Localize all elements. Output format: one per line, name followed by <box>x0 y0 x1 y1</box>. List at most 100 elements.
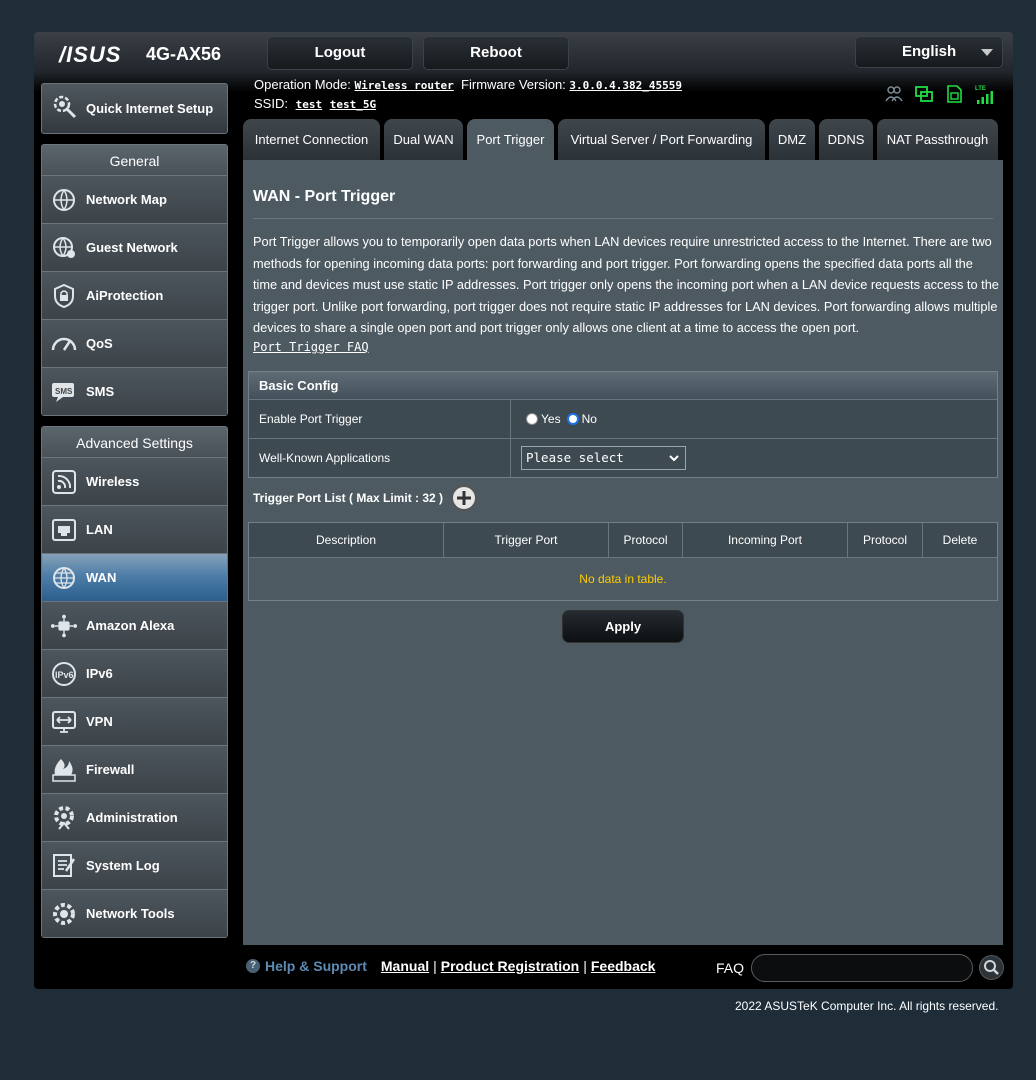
apply-button[interactable]: Apply <box>562 610 684 643</box>
copyright: 2022 ASUSTeK Computer Inc. All rights re… <box>735 999 999 1013</box>
yes-label: Yes <box>541 412 561 426</box>
sidebar-item-system-log[interactable]: System Log <box>42 841 227 889</box>
sidebar-item-label: Wireless <box>86 474 140 489</box>
chevron-down-icon <box>668 449 680 471</box>
svg-text:SMS: SMS <box>55 387 73 396</box>
tab-dual-wan[interactable]: Dual WAN <box>384 119 463 160</box>
sidebar-item-lan[interactable]: LAN <box>42 505 227 553</box>
ssid-link-2[interactable]: test_5G <box>330 98 376 111</box>
firewall-icon <box>50 756 78 784</box>
sidebar-item-label: WAN <box>86 570 117 585</box>
firmware-link[interactable]: 3.0.0.4.382_45559 <box>569 79 682 92</box>
tab-port-trigger[interactable]: Port Trigger <box>467 119 554 160</box>
tab-internet-connection[interactable]: Internet Connection <box>243 119 380 160</box>
well-known-apps-row: Well-Known Applications Please select <box>249 438 997 477</box>
col-description: Description <box>249 523 444 557</box>
advanced-title: Advanced Settings <box>42 427 227 457</box>
sidebar-item-wireless[interactable]: Wireless <box>42 457 227 505</box>
status-icons: LTE <box>884 84 994 104</box>
advanced-section: Advanced Settings Wireless LAN WAN Amazon A… <box>41 426 228 938</box>
network-map-icon <box>50 186 78 214</box>
add-trigger-button[interactable] <box>451 485 477 511</box>
quick-internet-setup-label: Quick Internet Setup <box>86 101 214 116</box>
ssid-label: SSID: <box>254 96 288 111</box>
vpn-icon <box>50 708 78 736</box>
sidebar-item-aiprotection[interactable]: AiProtection <box>42 271 227 319</box>
port-trigger-faq-link[interactable]: Port Trigger FAQ <box>253 340 369 354</box>
sidebar-item-label: IPv6 <box>86 666 113 681</box>
quick-setup-icon <box>50 92 78 125</box>
feedback-link[interactable]: Feedback <box>591 958 656 974</box>
quick-internet-setup-button[interactable]: Quick Internet Setup <box>41 83 228 134</box>
network-icon[interactable] <box>914 84 934 104</box>
search-button[interactable] <box>979 955 1004 980</box>
sidebar-item-administration[interactable]: Administration <box>42 793 227 841</box>
tab-nat-passthrough[interactable]: NAT Passthrough <box>877 119 998 160</box>
sidebar-item-firewall[interactable]: Firewall <box>42 745 227 793</box>
enable-port-trigger-label: Enable Port Trigger <box>249 400 511 438</box>
enable-no-radio[interactable] <box>566 413 579 425</box>
sidebar-item-label: QoS <box>86 336 113 351</box>
reboot-button[interactable]: Reboot <box>423 36 569 70</box>
table-header: Description Trigger Port Protocol Incomi… <box>249 523 997 557</box>
ssid-line: SSID: test test_5G <box>254 96 376 111</box>
sidebar-item-label: Guest Network <box>86 240 178 255</box>
qos-icon <box>50 330 78 358</box>
main-content: WAN - Port Trigger Port Trigger allows y… <box>243 160 1003 945</box>
sidebar-item-ipv6[interactable]: IPv6 IPv6 <box>42 649 227 697</box>
lte-signal-icon[interactable]: LTE <box>974 84 994 104</box>
wan-icon <box>50 564 78 592</box>
guest-network-icon <box>50 234 78 262</box>
title-divider <box>253 218 993 219</box>
faq-search-input[interactable] <box>751 954 973 982</box>
enable-yes-radio[interactable] <box>526 413 538 425</box>
sidebar-item-network-tools[interactable]: Network Tools <box>42 889 227 937</box>
help-icon: ? <box>246 959 260 973</box>
sidebar-item-label: LAN <box>86 522 113 537</box>
sms-icon: SMS <box>50 378 78 406</box>
no-label: No <box>581 412 597 426</box>
tab-dmz[interactable]: DMZ <box>769 119 815 160</box>
language-select[interactable]: English <box>855 36 1003 68</box>
sidebar-item-vpn[interactable]: VPN <box>42 697 227 745</box>
tab-virtual-server[interactable]: Virtual Server / Port Forwarding <box>558 119 765 160</box>
well-known-apps-label: Well-Known Applications <box>249 439 511 477</box>
general-title: General <box>42 145 227 175</box>
alexa-icon <box>50 612 78 640</box>
well-known-apps-select[interactable]: Please select <box>521 446 686 470</box>
sidebar-item-qos[interactable]: QoS <box>42 319 227 367</box>
sidebar-item-amazon-alexa[interactable]: Amazon Alexa <box>42 601 227 649</box>
logout-button[interactable]: Logout <box>267 36 413 70</box>
svg-text:IPv6: IPv6 <box>55 670 74 680</box>
ssid-link-1[interactable]: test <box>296 98 323 111</box>
page-description: Port Trigger allows you to temporarily o… <box>253 234 999 336</box>
sidebar-item-sms[interactable]: SMS SMS <box>42 367 227 415</box>
product-registration-link[interactable]: Product Registration <box>441 958 579 974</box>
operation-mode-link[interactable]: Wireless router <box>354 79 453 92</box>
col-protocol-1: Protocol <box>609 523 683 557</box>
aiprotection-icon <box>50 282 78 310</box>
clients-icon[interactable] <box>884 84 904 104</box>
model-name: 4G-AX56 <box>146 44 222 64</box>
basic-config-table: Basic Config Enable Port Trigger Yes No … <box>248 371 998 478</box>
sidebar-item-label: Firewall <box>86 762 135 777</box>
tab-ddns[interactable]: DDNS <box>819 119 873 160</box>
asus-logo: /ISUS <box>59 42 122 67</box>
trigger-port-table: Description Trigger Port Protocol Incomi… <box>248 522 998 601</box>
operation-mode-label: Operation Mode: <box>254 77 351 92</box>
sidebar-item-guest-network[interactable]: Guest Network <box>42 223 227 271</box>
manual-link[interactable]: Manual <box>381 958 429 974</box>
empty-table-message: No data in table. <box>249 557 997 600</box>
sidebar-item-network-map[interactable]: Network Map <box>42 175 227 223</box>
administration-icon <box>50 804 78 832</box>
sidebar-item-label: Network Map <box>86 192 167 207</box>
lan-icon <box>50 516 78 544</box>
wireless-icon <box>50 468 78 496</box>
sim-icon[interactable] <box>944 84 964 104</box>
enable-port-trigger-row: Enable Port Trigger Yes No <box>249 399 997 438</box>
faq-label: FAQ <box>716 960 745 976</box>
sidebar-item-wan[interactable]: WAN <box>42 553 227 601</box>
separator: | <box>433 958 437 974</box>
sidebar-item-label: Administration <box>86 810 178 825</box>
trigger-port-list-label: Trigger Port List ( Max Limit : 32 ) <box>253 491 444 505</box>
